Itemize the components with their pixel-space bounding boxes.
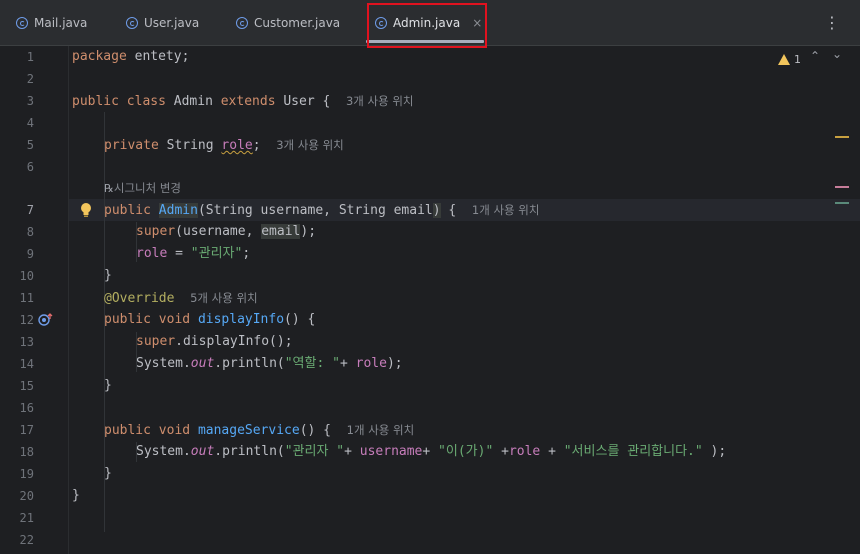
line-number: 7 — [26, 203, 34, 217]
warning-icon — [778, 53, 790, 65]
tab-customer-java[interactable]: Customer.java — [236, 0, 340, 46]
class-icon — [126, 17, 138, 29]
line-number: 12 — [19, 313, 34, 327]
code-line-1: package entety; — [72, 49, 190, 64]
line-number: 15 — [19, 379, 34, 393]
editor-tab-bar: Mail.java User.java Customer.java Admin.… — [0, 0, 860, 48]
line-number-gutter: 1 2 3 4 5 6 7 8 9 10 11 12 13 14 15 16 1… — [0, 46, 91, 554]
line-number: 22 — [19, 533, 34, 547]
line-number: 4 — [26, 116, 34, 130]
class-icon — [236, 17, 248, 29]
line-number: 14 — [19, 357, 34, 371]
code-line-13: super.displayInfo(); — [136, 334, 293, 349]
usage-hint[interactable]: 5개 사용 위치 — [190, 291, 258, 305]
line-number: 10 — [19, 269, 34, 283]
code-line-17: public void manageService() { 1개 사용 위치 — [104, 423, 415, 438]
tab-label: Mail.java — [34, 16, 88, 30]
scrollbar-warning-marker[interactable] — [835, 136, 849, 138]
line-number: 11 — [19, 291, 34, 305]
annotation-highlight-box — [367, 3, 487, 48]
line-number: 20 — [19, 489, 34, 503]
code-line-8: super(username, email); — [136, 224, 317, 239]
line-number: 2 — [26, 72, 34, 86]
line-number: 13 — [19, 335, 34, 349]
tab-mail-java[interactable]: Mail.java — [16, 0, 87, 46]
code-line-7: public Admin(String username, String ema… — [104, 203, 540, 218]
line-number: 19 — [19, 467, 34, 481]
code-line-10: } — [104, 268, 112, 283]
usage-hint[interactable]: 1개 사용 위치 — [347, 423, 415, 437]
code-line-14: System.out.println("역할: "+ role); — [136, 356, 403, 371]
usage-hint[interactable]: 1개 사용 위치 — [472, 203, 540, 217]
code-line-12: public void displayInfo() { — [104, 312, 316, 327]
line-number: 9 — [26, 247, 34, 261]
code-line-15: } — [104, 378, 112, 393]
inspection-widget[interactable]: 1 — [778, 51, 801, 67]
line-number: 8 — [26, 225, 34, 239]
line-number: 3 — [26, 94, 34, 108]
scrollbar-marker[interactable] — [835, 202, 849, 204]
line-number: 16 — [19, 401, 34, 415]
code-line-3: public class Admin extends User { 3개 사용 … — [72, 94, 414, 109]
line-number: 5 — [26, 138, 34, 152]
warning-count: 1 — [794, 52, 801, 66]
line-number: 21 — [19, 511, 34, 525]
tab-label: Customer.java — [254, 16, 341, 30]
lightbulb-icon[interactable] — [79, 202, 93, 218]
code-line-18: System.out.println("관리자 "+ username+ "이(… — [136, 444, 727, 459]
usage-hint[interactable]: 3개 사용 위치 — [276, 138, 344, 152]
code-line-5: private String role; 3개 사용 위치 — [104, 138, 344, 153]
code-editor: Mail.java User.java Customer.java Admin.… — [0, 0, 860, 554]
refactor-icon: ℞ — [104, 182, 114, 195]
line-number: 6 — [26, 160, 34, 174]
previous-highlight-icon[interactable]: ⌃ — [810, 49, 820, 63]
code-line-20: } — [72, 488, 80, 503]
tab-label: User.java — [144, 16, 200, 30]
scrollbar-marker[interactable] — [835, 186, 849, 188]
tab-user-java[interactable]: User.java — [126, 0, 199, 46]
line-number: 17 — [19, 423, 34, 437]
mail-class-icon — [16, 17, 28, 29]
more-options-icon[interactable]: ⋮ — [824, 14, 840, 32]
line-number: 18 — [19, 445, 34, 459]
code-line-11: @Override 5개 사용 위치 — [104, 291, 258, 306]
next-highlight-icon[interactable]: ⌄ — [832, 47, 842, 61]
code-line-19: } — [104, 466, 112, 481]
signature-change-hint[interactable]: ℞시그니처 변경 — [104, 177, 181, 199]
override-method-icon[interactable] — [38, 312, 54, 328]
line-number: 1 — [26, 50, 34, 64]
code-line-9: role = "관리자"; — [136, 246, 251, 261]
usage-hint[interactable]: 3개 사용 위치 — [346, 94, 414, 108]
